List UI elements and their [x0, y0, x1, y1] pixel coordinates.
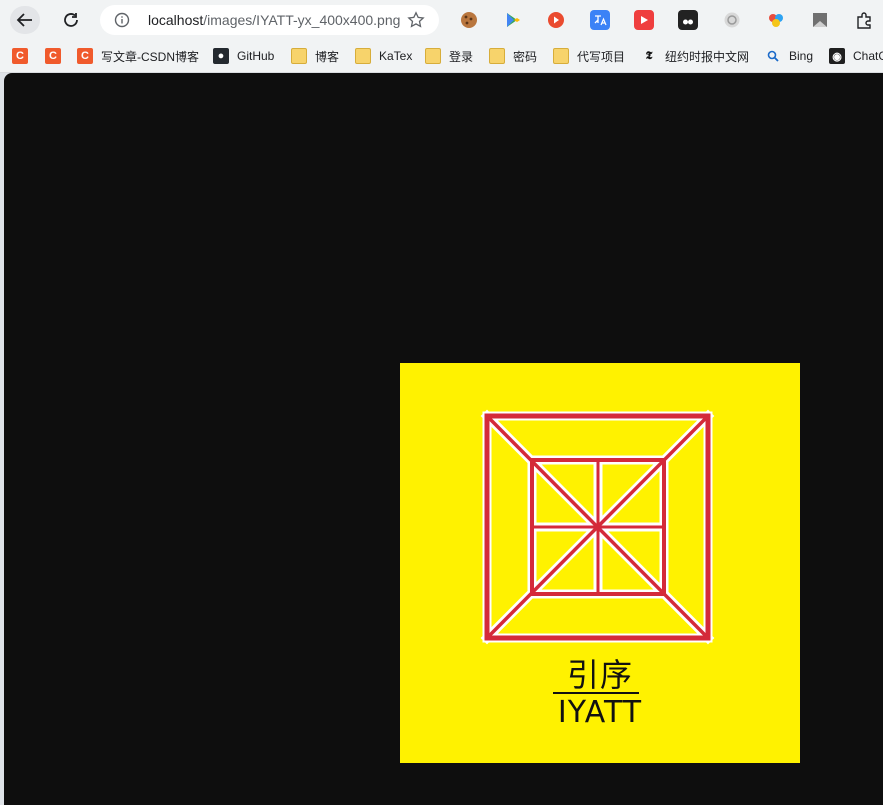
bookmark-bing[interactable]: Bing	[765, 46, 813, 66]
bookmark-folder-login[interactable]: 登录	[425, 46, 473, 66]
nyt-icon: 𝕿	[645, 49, 653, 62]
bookmark-csdn-2[interactable]: C	[45, 46, 69, 66]
bookmark-label: 密码	[513, 49, 538, 64]
bookmark-label: 代写项目	[577, 49, 626, 64]
bookmark-label: 纽约时报中文网	[665, 49, 750, 64]
displayed-image[interactable]: 引序 IYATT	[400, 363, 800, 763]
address-bar[interactable]: localhost/images/IYATT-yx_400x400.png	[100, 5, 439, 35]
bookmark-chatgpt[interactable]: ◉ ChatG	[829, 46, 883, 66]
bookmark-label: KaTex	[379, 49, 413, 63]
color-picker-icon[interactable]	[766, 10, 786, 30]
bookmark-folder-blog[interactable]: 博客	[291, 46, 339, 66]
chatgpt-icon: ◉	[829, 48, 845, 64]
csdn-icon: C	[12, 48, 28, 64]
reload-button[interactable]	[56, 6, 86, 34]
reload-icon	[64, 13, 78, 27]
bookmark-folder-password[interactable]: 密码	[489, 46, 537, 66]
url-host: localhost	[148, 12, 204, 28]
csdn-icon: C	[45, 48, 61, 64]
bookmark-label: GitHub	[237, 49, 275, 63]
github-icon: ●	[213, 48, 229, 64]
extensions-icon[interactable]	[854, 10, 874, 30]
bookmark-label: Bing	[789, 49, 814, 63]
folder-icon	[553, 48, 569, 64]
bookmark-folder-katex[interactable]: KaTex	[355, 46, 412, 66]
bookmark-csdn-1[interactable]: C	[12, 46, 36, 66]
folder-icon	[355, 48, 371, 64]
browser-toolbar: localhost/images/IYATT-yx_400x400.png	[0, 0, 883, 40]
url-text[interactable]: localhost/images/IYATT-yx_400x400.png	[148, 12, 400, 28]
bookmark-label: 写文章-CSDN博客	[101, 49, 199, 64]
folder-icon	[291, 48, 307, 64]
bookmark-nyt-cn[interactable]: 𝕿 纽约时报中文网	[641, 46, 749, 66]
bookmarks-bar: C C C 写文章-CSDN博客 ● GitHub 博客 KaTex 登录 密码 代…	[0, 40, 883, 73]
bookmark-csdn-write[interactable]: C 写文章-CSDN博客	[77, 46, 199, 66]
logo-title-english: IYATT	[557, 695, 643, 730]
search-icon	[765, 48, 781, 64]
bookmark-label: ChatG	[853, 49, 883, 63]
youtube-icon[interactable]	[546, 10, 566, 30]
site-info-icon[interactable]	[114, 12, 130, 28]
bookmark-github[interactable]: ● GitHub	[213, 46, 274, 66]
csdn-icon: C	[77, 48, 93, 64]
logo-title-chinese: 引序	[566, 656, 633, 694]
back-button[interactable]	[10, 6, 40, 34]
folder-icon	[425, 48, 441, 64]
video-download-icon[interactable]	[634, 10, 654, 30]
cookie-editor-icon[interactable]	[459, 10, 479, 30]
image-viewer: 引序 IYATT	[4, 73, 883, 805]
tampermonkey-icon[interactable]	[678, 10, 698, 30]
bookmark-star-icon[interactable]	[407, 11, 425, 33]
logo-divider	[553, 692, 639, 694]
bookmark-label: 登录	[449, 49, 474, 64]
google-play-icon[interactable]	[503, 10, 523, 30]
back-arrow-icon	[16, 13, 32, 27]
openai-icon[interactable]	[722, 10, 742, 30]
url-path: /images/IYATT-yx_400x400.png	[203, 12, 401, 28]
translate-icon[interactable]	[590, 10, 610, 30]
bookmark-flag-icon[interactable]	[810, 10, 830, 30]
bookmark-label: 博客	[315, 49, 340, 64]
folder-icon	[489, 48, 505, 64]
bookmark-folder-projects[interactable]: 代写项目	[553, 46, 625, 66]
